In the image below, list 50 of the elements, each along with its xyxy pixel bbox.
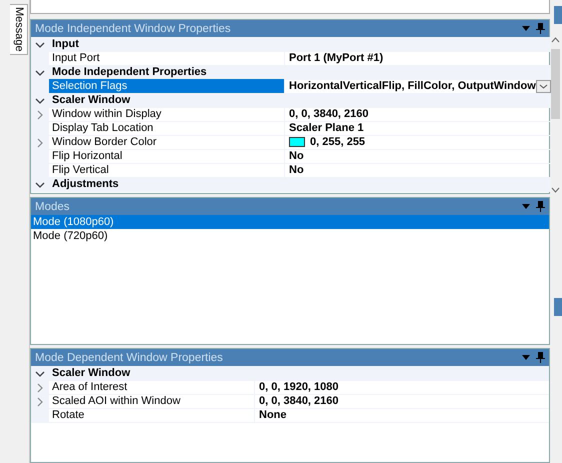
property-value: HorizontalVerticalFlip, FillColor, OutputWindow (289, 79, 536, 93)
scroll-down-icon[interactable] (550, 187, 560, 193)
property-value: No (289, 163, 305, 177)
dropdown-button[interactable] (536, 80, 551, 92)
category-label: Input (49, 37, 551, 52)
pin-icon[interactable] (536, 201, 545, 212)
list-item[interactable]: Mode (720p60) (31, 229, 549, 243)
list-item[interactable]: Mode (1080p60) (31, 215, 549, 229)
collapse-chevron-icon[interactable] (35, 40, 45, 48)
category-label: Adjustments (49, 177, 551, 192)
property-value: 0, 255, 255 (310, 135, 366, 149)
property-name[interactable]: Window within Display (49, 107, 284, 122)
expand-chevron-icon[interactable] (36, 138, 44, 148)
expand-chevron-icon[interactable] (36, 110, 44, 120)
dropdown-icon[interactable] (522, 204, 530, 209)
property-name[interactable]: Selection Flags (49, 79, 284, 94)
side-tab[interactable] (554, 298, 562, 316)
property-name[interactable]: Flip Horizontal (49, 149, 284, 164)
panel-title: Mode Dependent Window Properties (35, 350, 223, 364)
category-label: Scaler Window (49, 93, 551, 108)
property-name[interactable]: Scaled AOI within Window (49, 394, 254, 409)
category-label: Scaler Window (49, 366, 549, 381)
panel-title: Modes (35, 200, 70, 214)
collapse-chevron-icon[interactable] (35, 68, 45, 76)
property-name[interactable]: Display Tab Location (49, 121, 284, 136)
property-value: None (259, 408, 288, 422)
property-value: No (289, 149, 305, 163)
collapse-chevron-icon[interactable] (35, 96, 45, 104)
side-tab[interactable]: Message (10, 4, 28, 55)
collapse-chevron-icon[interactable] (35, 370, 45, 378)
expand-chevron-icon[interactable] (36, 382, 44, 392)
dropdown-icon[interactable] (522, 355, 530, 360)
scrollbar[interactable] (550, 37, 560, 193)
pin-icon[interactable] (536, 23, 545, 34)
property-name[interactable]: Window Border Color (49, 135, 284, 150)
caret-icon[interactable] (538, 84, 548, 88)
property-value: 0, 0, 1920, 1080 (259, 380, 340, 394)
property-name[interactable]: Area of Interest (49, 380, 254, 395)
property-value: Scaler Plane 1 (289, 121, 365, 135)
expand-chevron-icon[interactable] (36, 396, 44, 406)
property-name[interactable]: Rotate (49, 408, 254, 423)
property-value: 0, 0, 3840, 2160 (259, 394, 340, 408)
pin-icon[interactable] (536, 352, 545, 363)
panel-title: Mode Independent Window Properties (35, 22, 231, 36)
dropdown-icon[interactable] (522, 26, 530, 31)
collapse-chevron-icon[interactable] (35, 180, 45, 188)
property-value: Port 1 (MyPort #1) (289, 51, 384, 65)
property-value: 0, 0, 3840, 2160 (289, 107, 370, 121)
side-tab[interactable] (554, 6, 562, 24)
scroll-up-icon[interactable] (550, 37, 560, 43)
